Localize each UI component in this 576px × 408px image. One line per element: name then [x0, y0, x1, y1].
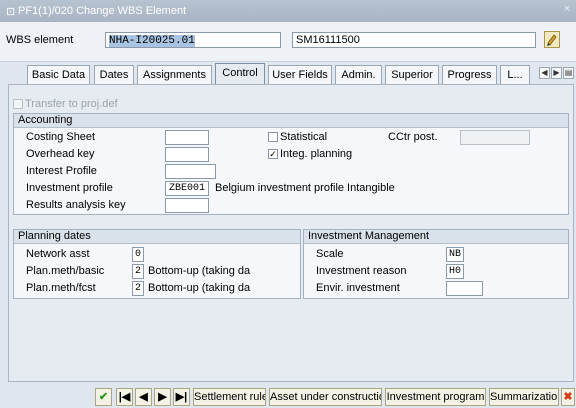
cctr-post-label: CCtr post. — [388, 131, 438, 143]
plan-meth-basic-label: Plan.meth/basic — [26, 265, 105, 277]
envir-investment-label: Envir. investment — [316, 282, 400, 294]
overhead-key-label: Overhead key — [26, 148, 95, 160]
tab-progress[interactable]: Progress — [442, 65, 497, 84]
plan-meth-basic-field[interactable]: 2 — [132, 264, 144, 279]
transfer-to-projdef-label: Transfer to proj.def — [25, 98, 118, 110]
tab-assignments[interactable]: Assignments — [137, 65, 212, 84]
investment-reason-label: Investment reason — [316, 265, 407, 277]
investment-profile-field[interactable]: ZBE001 — [165, 181, 209, 196]
next-icon[interactable]: ▶ — [154, 388, 171, 406]
tab-dates[interactable]: Dates — [94, 65, 134, 84]
wbs-element-field[interactable]: NHA-I20025.01 — [105, 32, 281, 48]
previous-icon[interactable]: ◀ — [135, 388, 152, 406]
settlement-rule-button[interactable]: Settlement rule — [193, 388, 266, 406]
wbs-element-value: NHA-I20025.01 — [109, 35, 195, 47]
plan-meth-fcst-label: Plan.meth/fcst — [26, 282, 96, 294]
tab-admin[interactable]: Admin. — [335, 65, 382, 84]
tab-superior[interactable]: Superior — [385, 65, 439, 84]
scale-field[interactable]: NB — [446, 247, 464, 262]
investment-reason-field[interactable]: H0 — [446, 264, 464, 279]
investment-program-button[interactable]: Investment program — [385, 388, 486, 406]
window-title-bar: ⊡ PF1(1)/020 Change WBS Element × — [0, 0, 576, 22]
investment-management-group-title: Investment Management — [304, 230, 568, 244]
integ-planning-checkbox[interactable]: ✓ — [268, 149, 278, 159]
results-analysis-key-label: Results analysis key — [26, 199, 126, 211]
network-asst-field[interactable]: 0 — [132, 247, 144, 262]
results-analysis-key-field[interactable] — [165, 198, 209, 213]
first-icon[interactable]: |◀ — [116, 388, 133, 406]
interest-profile-label: Interest Profile — [26, 165, 97, 177]
tab-basic-data[interactable]: Basic Data — [27, 65, 90, 84]
costing-sheet-label: Costing Sheet — [26, 131, 96, 143]
accounting-group-title: Accounting — [14, 114, 568, 128]
investment-profile-description: Belgium investment profile Intangible — [215, 182, 395, 194]
transfer-to-projdef-checkbox[interactable] — [13, 99, 23, 109]
plan-meth-fcst-description: Bottom-up (taking da — [148, 282, 251, 294]
bottom-toolbar: ✔ |◀ ◀ ▶ ▶| Settlement rule Asset under … — [0, 382, 576, 408]
header-area: WBS element NHA-I20025.01 SM16111500 — [0, 22, 576, 62]
plan-meth-fcst-field[interactable]: 2 — [132, 281, 144, 296]
control-tab-panel: Transfer to proj.def Accounting Costing … — [8, 84, 574, 382]
overhead-key-field[interactable] — [165, 147, 209, 162]
costing-sheet-field[interactable] — [165, 130, 209, 145]
last-icon[interactable]: ▶| — [173, 388, 190, 406]
cancel-icon[interactable]: ✖ — [561, 388, 575, 406]
summarization-button[interactable]: Summarization — [489, 388, 559, 406]
tab-list-icon[interactable]: ▤ — [563, 67, 574, 79]
statistical-label: Statistical — [280, 131, 328, 143]
planning-dates-group: Planning dates Network asst 0 Plan.meth/… — [13, 229, 301, 299]
tab-user-fields[interactable]: User Fields — [268, 65, 332, 84]
transaction-icon: ⊡ — [6, 6, 16, 18]
tab-strip: Basic Data Dates Assignments Control Use… — [0, 62, 576, 84]
tab-more[interactable]: L... — [500, 65, 530, 84]
wbs-element-label: WBS element — [6, 34, 74, 46]
window-title: PF1(1)/020 Change WBS Element — [18, 5, 187, 17]
tab-scroll-left-icon[interactable]: ◀ — [539, 67, 550, 79]
network-asst-label: Network asst — [26, 248, 90, 260]
check-icon[interactable]: ✔ — [95, 388, 112, 406]
investment-management-group: Investment Management Scale NB Investmen… — [303, 229, 569, 299]
edit-icon[interactable] — [544, 31, 560, 48]
integ-planning-label: Integ. planning — [280, 148, 353, 160]
plan-meth-basic-description: Bottom-up (taking da — [148, 265, 251, 277]
asset-under-construction-button[interactable]: Asset under construction — [269, 388, 382, 406]
cctr-post-field — [460, 130, 530, 145]
planning-dates-group-title: Planning dates — [14, 230, 300, 244]
tab-control[interactable]: Control — [215, 63, 265, 84]
statistical-checkbox[interactable] — [268, 132, 278, 142]
accounting-group: Accounting Costing Sheet Overhead key In… — [13, 113, 569, 215]
close-icon[interactable]: × — [560, 3, 574, 17]
scale-label: Scale — [316, 248, 344, 260]
envir-investment-field[interactable] — [446, 281, 483, 296]
check-mark-icon: ✓ — [269, 149, 277, 159]
tab-scroll-right-icon[interactable]: ▶ — [551, 67, 562, 79]
investment-profile-label: Investment profile — [26, 182, 113, 194]
wbs-description-field[interactable]: SM16111500 — [292, 32, 536, 48]
interest-profile-field[interactable] — [165, 164, 216, 179]
